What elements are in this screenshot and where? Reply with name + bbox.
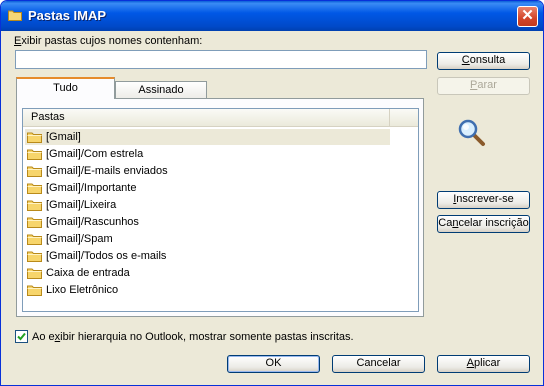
parar-button[interactable]: Parar (437, 77, 530, 95)
folder-row[interactable]: [Gmail]/Spam (25, 231, 390, 247)
folder-row[interactable]: Caixa de entrada (25, 265, 390, 281)
folder-name: [Gmail] (46, 131, 81, 143)
window-title: Pastas IMAP (28, 8, 107, 23)
inscrever-button[interactable]: Inscrever-se (437, 191, 530, 209)
folder-name: [Gmail]/Spam (46, 233, 113, 245)
imap-folders-dialog: Pastas IMAP ✕ Exibir pastas cujos nomes … (0, 0, 544, 386)
folder-list[interactable]: Pastas [Gmail] [Gmail]/Com estrela [Gmail]… (22, 108, 419, 312)
folder-name: [Gmail]/E-mails enviados (46, 165, 168, 177)
tab-tudo[interactable]: Tudo (16, 77, 115, 99)
folder-icon (27, 149, 42, 160)
show-subscribed-checkbox[interactable] (15, 330, 28, 343)
folder-icon (27, 268, 42, 279)
apply-button[interactable]: Aplicar (437, 355, 530, 373)
folder-icon (27, 183, 42, 194)
list-header: Pastas (23, 109, 418, 127)
title-bar[interactable]: Pastas IMAP ✕ (1, 1, 543, 31)
tab-panel: Pastas [Gmail] [Gmail]/Com estrela [Gmail]… (16, 98, 424, 317)
tab-assinado[interactable]: Assinado (115, 81, 207, 99)
folder-icon (8, 10, 22, 21)
folder-row[interactable]: [Gmail]/Importante (25, 180, 390, 196)
column-header-pastas[interactable]: Pastas (23, 109, 390, 126)
cancel-button[interactable]: Cancelar (332, 355, 425, 373)
folder-icon (27, 251, 42, 262)
folder-name: [Gmail]/Todos os e-mails (46, 250, 167, 262)
magnifier-icon (458, 119, 485, 146)
folder-icon (27, 217, 42, 228)
checkmark-icon (17, 332, 26, 341)
cancelar-inscricao-button[interactable]: Cancelar inscrição (437, 215, 530, 233)
ok-button[interactable]: OK (227, 355, 320, 373)
folder-name: [Gmail]/Com estrela (46, 148, 144, 160)
folder-name: [Gmail]/Importante (46, 182, 137, 194)
folder-name: [Gmail]/Rascunhos (46, 216, 139, 228)
filter-label: Exibir pastas cujos nomes contenham: (14, 35, 203, 47)
folder-row[interactable]: [Gmail] (25, 129, 390, 145)
folder-filter-input[interactable] (15, 50, 427, 69)
folder-name: Lixo Eletrônico (46, 284, 119, 296)
close-icon: ✕ (521, 7, 534, 24)
folder-row[interactable]: [Gmail]/Rascunhos (25, 214, 390, 230)
folder-icon (27, 132, 42, 143)
show-subscribed-label: Ao exibir hierarquia no Outlook, mostrar… (32, 331, 354, 343)
folder-row[interactable]: [Gmail]/Todos os e-mails (25, 248, 390, 264)
folder-icon (27, 285, 42, 296)
folder-row[interactable]: [Gmail]/Lixeira (25, 197, 390, 213)
consulta-button[interactable]: Consulta (437, 52, 530, 70)
folder-icon (27, 166, 42, 177)
folder-icon (27, 234, 42, 245)
folder-row[interactable]: Lixo Eletrônico (25, 282, 390, 298)
folder-name: Caixa de entrada (46, 267, 130, 279)
folder-icon (27, 200, 42, 211)
folder-row[interactable]: [Gmail]/E-mails enviados (25, 163, 390, 179)
close-button[interactable]: ✕ (517, 6, 538, 27)
folder-name: [Gmail]/Lixeira (46, 199, 117, 211)
folder-row[interactable]: [Gmail]/Com estrela (25, 146, 390, 162)
